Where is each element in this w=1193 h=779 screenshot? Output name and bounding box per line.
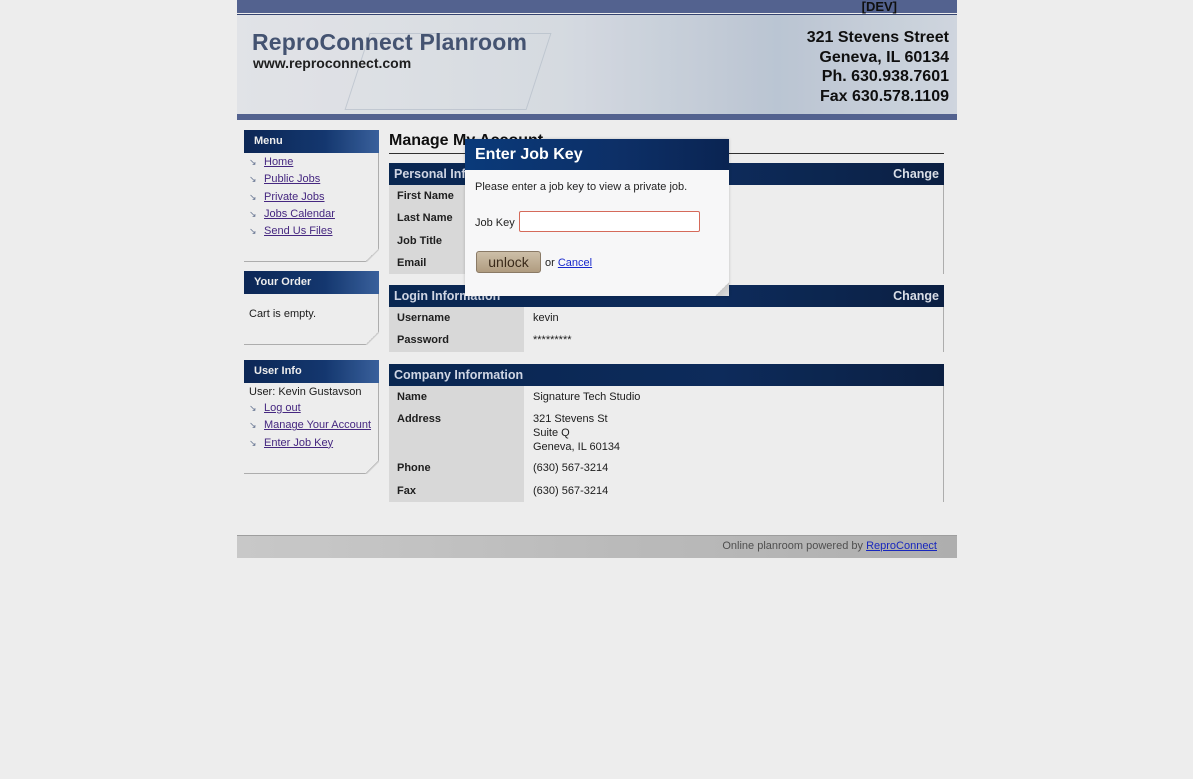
modal-overlay	[0, 0, 1193, 779]
job-key-label: Job Key	[475, 217, 515, 229]
unlock-button[interactable]: unlock	[476, 251, 541, 273]
enter-job-key-dialog: Enter Job Key Please enter a job key to …	[465, 139, 729, 296]
cancel-link[interactable]: Cancel	[558, 257, 592, 269]
dialog-title: Enter Job Key	[465, 139, 729, 170]
job-key-input[interactable]	[519, 211, 700, 232]
or-text: or	[545, 257, 555, 269]
dialog-instruction: Please enter a job key to view a private…	[475, 181, 688, 193]
cancel-row: or Cancel	[545, 257, 592, 269]
